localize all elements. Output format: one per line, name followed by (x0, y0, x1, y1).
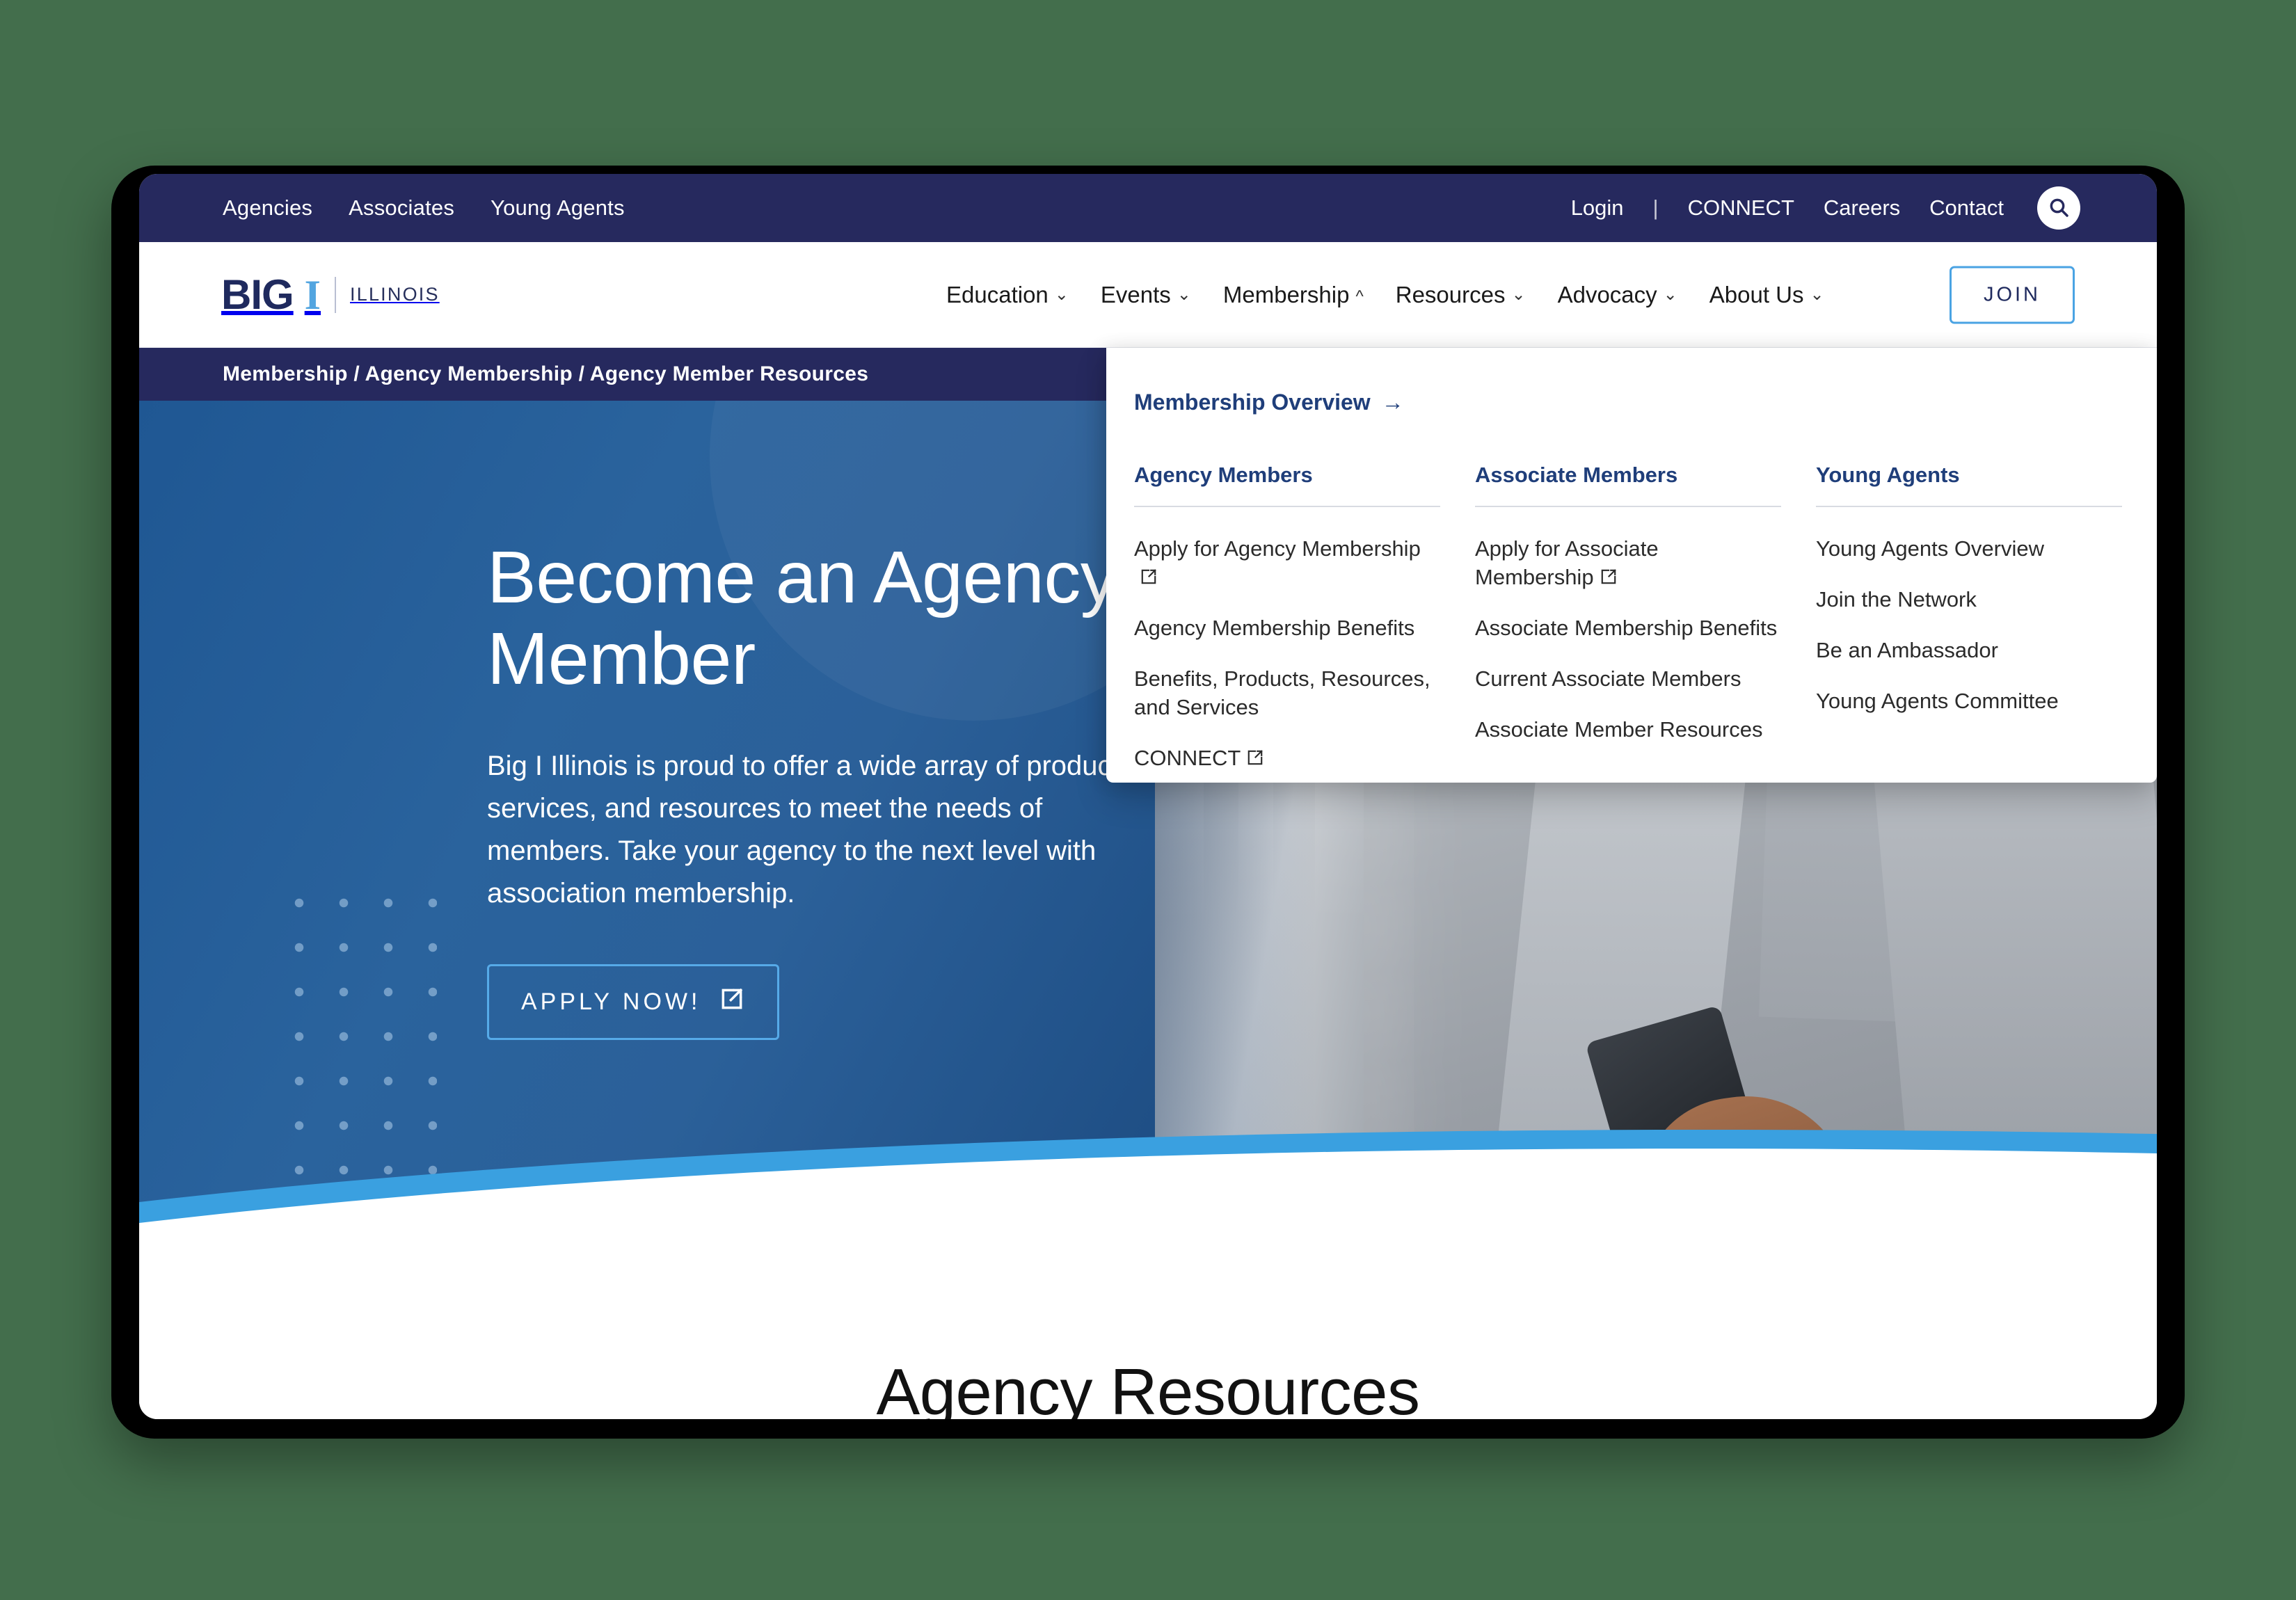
nav-item-label: Advocacy (1557, 281, 1657, 307)
utility-right-links: Login | CONNECT Careers Contact (1571, 174, 2080, 242)
section-title: Agency Resources (876, 1355, 1420, 1419)
arrow-right-icon: → (1381, 390, 1404, 415)
main-navigation-bar: BIG I ILLINOIS Education ⌄ Events ⌄ Memb… (139, 242, 2157, 348)
mega-link-label: Young Agents Overview (1816, 536, 2045, 561)
mega-link-current-associate-members[interactable]: Current Associate Members (1475, 665, 1781, 694)
mega-link-label: Apply for Associate Membership (1475, 536, 1659, 589)
logo-divider (335, 276, 337, 313)
mega-link-apply-agency-membership[interactable]: Apply for Agency Membership (1134, 535, 1440, 592)
mega-column-heading: Associate Members (1475, 463, 1781, 507)
external-link-icon (1246, 746, 1264, 765)
mega-link-label: Join the Network (1816, 586, 1977, 611)
nav-item-resources[interactable]: Resources ⌄ (1396, 282, 1526, 308)
chevron-down-icon: ⌄ (1663, 285, 1677, 304)
nav-item-label: About Us (1709, 281, 1804, 307)
mega-link-connect[interactable]: CONNECT (1134, 744, 1440, 773)
mega-link-label: Agency Membership Benefits (1134, 615, 1415, 640)
nav-item-advocacy[interactable]: Advocacy ⌄ (1558, 282, 1677, 308)
mega-link-label: Young Agents Committee (1816, 688, 2059, 713)
utility-navigation-bar: Agencies Associates Young Agents Login |… (139, 174, 2157, 242)
nav-item-label: Education (946, 281, 1049, 307)
mega-column-young-agents: Young Agents Young Agents Overview Join … (1816, 463, 2157, 783)
utility-link-contact[interactable]: Contact (1929, 195, 2004, 221)
external-link-icon (1140, 565, 1158, 584)
apply-now-label: APPLY NOW! (521, 989, 701, 1016)
nav-item-about-us[interactable]: About Us ⌄ (1709, 282, 1824, 308)
primary-nav-links: Education ⌄ Events ⌄ Membership ^ Resour… (946, 282, 1824, 308)
chevron-down-icon: ⌄ (1810, 285, 1824, 304)
utility-left-links: Agencies Associates Young Agents (223, 195, 625, 221)
mega-link-benefits-products-resources-services[interactable]: Benefits, Products, Resources, and Servi… (1134, 665, 1440, 722)
mega-column-associate-members: Associate Members Apply for Associate Me… (1475, 463, 1816, 783)
membership-mega-menu: Membership Overview → Agency Members App… (1106, 348, 2157, 783)
nav-item-label: Resources (1395, 281, 1506, 307)
mega-link-agency-membership-benefits[interactable]: Agency Membership Benefits (1134, 614, 1440, 643)
mega-link-join-the-network[interactable]: Join the Network (1816, 586, 2122, 614)
chevron-down-icon: ⌄ (1177, 285, 1191, 304)
hero-title: Become an Agency Member (487, 536, 1117, 700)
mega-link-young-agents-overview[interactable]: Young Agents Overview (1816, 535, 2122, 563)
mega-column-heading: Agency Members (1134, 463, 1440, 507)
utility-link-careers[interactable]: Careers (1824, 195, 1900, 221)
chevron-down-icon: ⌄ (1054, 285, 1069, 304)
nav-item-label: Events (1100, 281, 1171, 307)
mega-column-heading: Young Agents (1816, 463, 2122, 507)
mega-link-label: Associate Membership Benefits (1475, 615, 1778, 640)
mega-link-label: Benefits, Products, Resources, and Servi… (1134, 666, 1430, 719)
utility-link-connect[interactable]: CONNECT (1688, 195, 1794, 221)
mega-link-label: Current Associate Members (1475, 666, 1741, 691)
agency-resources-section: Agency Resources (139, 1277, 2157, 1419)
utility-link-associates[interactable]: Associates (349, 195, 454, 221)
external-link-icon (1600, 565, 1618, 584)
mega-link-associate-member-resources[interactable]: Associate Member Resources (1475, 716, 1781, 744)
breadcrumb[interactable]: Membership / Agency Membership / Agency … (223, 362, 868, 386)
chevron-down-icon: ⌄ (1511, 285, 1526, 304)
utility-link-login[interactable]: Login (1571, 195, 1624, 221)
external-link-icon (719, 986, 745, 1018)
logo-mark-i: I (304, 271, 321, 318)
utility-link-agencies[interactable]: Agencies (223, 195, 312, 221)
membership-overview-label: Membership Overview (1134, 390, 1371, 415)
join-button[interactable]: JOIN (1949, 266, 2075, 323)
hero-body-text: Big I Illinois is proud to offer a wide … (487, 751, 1141, 909)
mega-link-label: Apply for Agency Membership (1134, 536, 1421, 561)
logo-text-illinois: ILLINOIS (350, 284, 440, 305)
browser-viewport: Agencies Associates Young Agents Login |… (139, 174, 2157, 1419)
nav-item-events[interactable]: Events ⌄ (1101, 282, 1191, 308)
nav-item-label: Membership (1222, 281, 1350, 307)
chevron-up-icon: ^ (1355, 287, 1364, 306)
mega-link-be-an-ambassador[interactable]: Be an Ambassador (1816, 637, 2122, 665)
mega-link-associate-membership-benefits[interactable]: Associate Membership Benefits (1475, 614, 1781, 643)
mega-link-label: Associate Member Resources (1475, 717, 1763, 742)
search-icon (2048, 196, 2070, 221)
mega-link-label: CONNECT (1134, 745, 1241, 770)
mega-menu-columns: Agency Members Apply for Agency Membersh… (1134, 463, 2157, 783)
site-logo[interactable]: BIG I ILLINOIS (221, 271, 440, 318)
mega-link-label: Be an Ambassador (1816, 637, 1998, 662)
apply-now-button[interactable]: APPLY NOW! (487, 964, 780, 1041)
utility-link-young-agents[interactable]: Young Agents (491, 195, 625, 221)
nav-item-membership[interactable]: Membership ^ (1223, 282, 1364, 308)
utility-separator: | (1652, 195, 1659, 220)
mega-link-apply-associate-membership[interactable]: Apply for Associate Membership (1475, 535, 1781, 592)
mega-column-agency-members: Agency Members Apply for Agency Membersh… (1134, 463, 1475, 783)
mega-link-young-agents-committee[interactable]: Young Agents Committee (1816, 687, 2122, 716)
hero-dot-pattern (277, 881, 437, 1249)
membership-overview-link[interactable]: Membership Overview → (1134, 390, 2157, 415)
search-button[interactable] (2037, 186, 2080, 230)
nav-item-education[interactable]: Education ⌄ (946, 282, 1069, 308)
logo-text-big: BIG (221, 271, 294, 318)
